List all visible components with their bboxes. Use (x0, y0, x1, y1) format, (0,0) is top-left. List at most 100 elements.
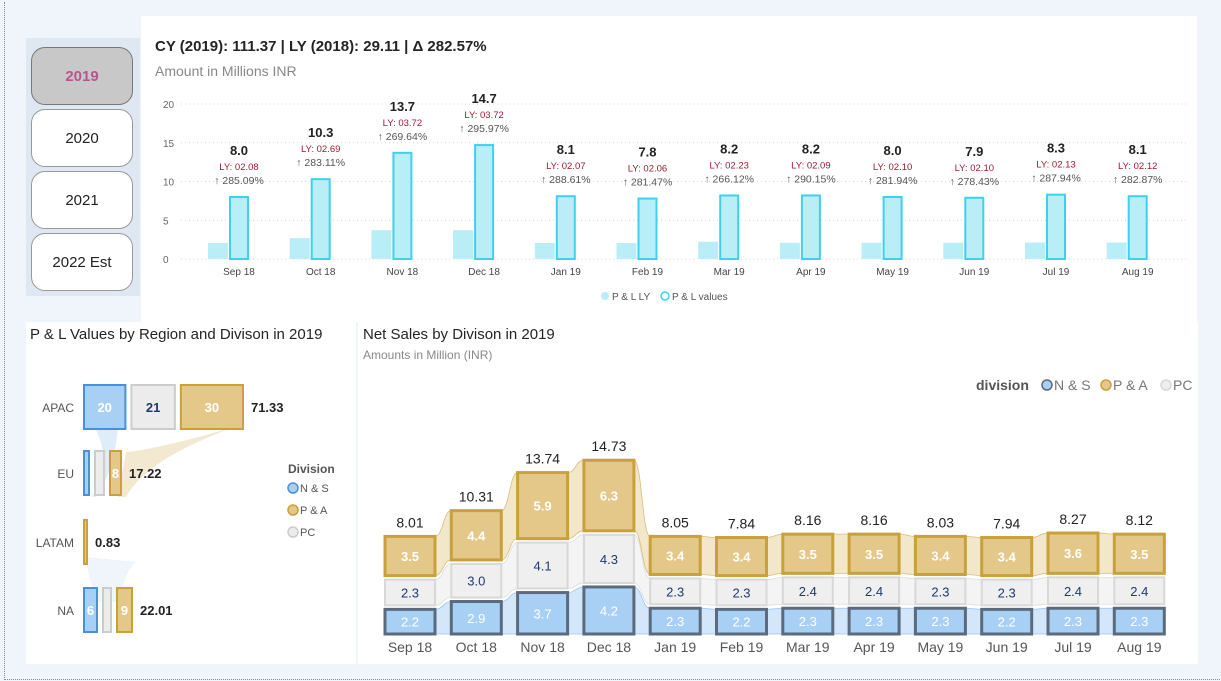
ribbon-pa (1097, 532, 1115, 574)
region-total-label: 0.83 (95, 535, 120, 550)
value-label: 14.7 (471, 91, 496, 106)
block-value-label: 8 (112, 466, 119, 481)
region-total-label: 71.33 (251, 400, 284, 415)
block-value-label: 21 (146, 400, 160, 415)
change-label: ↑ 278.43% (949, 176, 999, 188)
ribbon-ns (567, 586, 585, 635)
year-button-2020[interactable]: 2020 (31, 109, 133, 167)
pa-value-label: 3.4 (666, 548, 685, 563)
ns-value-label: 2.3 (1130, 614, 1148, 629)
ns-value-label: 2.3 (931, 614, 949, 629)
pc-block (102, 587, 112, 633)
year-button-2021[interactable]: 2021 (31, 171, 133, 229)
ns-value-label: 2.2 (732, 615, 750, 630)
legend-cy-marker (660, 291, 670, 301)
total-label: 14.73 (591, 438, 626, 454)
ly-bar (371, 230, 392, 259)
cy-bar (637, 197, 658, 261)
ly-bar (779, 242, 800, 259)
region-label: APAC (42, 401, 74, 415)
legend-ly-label: P & L LY (612, 292, 651, 303)
ns-value-label: 2.3 (799, 614, 817, 629)
ns-value-label: 2.9 (467, 611, 485, 626)
value-label: 13.7 (390, 99, 415, 114)
pa-block (83, 519, 88, 565)
ribbon-pa (766, 533, 784, 577)
ribbon-pc (567, 534, 585, 589)
legend-label: PC (1173, 377, 1192, 393)
change-label: ↑ 283.11% (296, 157, 345, 169)
value-label: 8.0 (884, 143, 902, 158)
pa-value-label: 3.5 (1130, 547, 1148, 562)
ribbon-pa (832, 533, 850, 574)
pa-value-label: 3.4 (931, 548, 950, 563)
region-label: EU (57, 467, 74, 481)
ribbon-pc (766, 576, 784, 606)
ly-bar (208, 242, 228, 259)
x-tick-label: Apr 19 (853, 639, 894, 655)
ly-label: LY: 02.12 (1118, 161, 1157, 172)
net-sales-chart: Net Sales by Divison in 2019 Amounts in … (358, 322, 1198, 664)
ribbon-ns (898, 607, 916, 635)
value-label: 8.2 (802, 141, 820, 156)
ly-label: LY: 02.10 (955, 163, 994, 174)
pa-value-label: 3.5 (401, 549, 419, 564)
legend-label: N & S (300, 483, 329, 495)
net-sales-svg: 2.2 2.3 3.5 8.01 Sep 18 2.9 3.0 4.4 10.31 Oct 18 3… (383, 377, 1192, 655)
cy-bar (555, 195, 576, 261)
y-tick-label: 0 (163, 255, 169, 266)
year-button-2022-est[interactable]: 2022 Est (31, 233, 133, 291)
ribbon-ns (1031, 607, 1049, 635)
ribbon-pc (832, 576, 850, 605)
legend-title: division (976, 377, 1029, 393)
pc-value-label: 2.4 (1064, 584, 1082, 599)
value-label: 8.2 (720, 141, 738, 156)
x-tick-label: Jan 19 (654, 639, 696, 655)
cy-bar (392, 151, 413, 260)
pc-value-label: 2.3 (998, 585, 1016, 600)
x-tick-label: Jan 19 (551, 267, 581, 278)
ns-value-label: 3.7 (534, 606, 552, 621)
ly-bar (698, 241, 719, 259)
pc-value-label: 4.3 (600, 552, 618, 567)
pa-value-label: 3.6 (1064, 546, 1082, 561)
year-button-2019[interactable]: 2019 (31, 47, 133, 105)
pc-value-label: 2.4 (799, 584, 817, 599)
x-tick-label: Mar 19 (714, 267, 746, 278)
x-tick-label: Sep 18 (388, 639, 433, 655)
cy-bar (800, 194, 821, 260)
ns-block (83, 450, 90, 496)
ribbon-pa (898, 533, 916, 575)
legend-label: P & A (1113, 377, 1148, 393)
ribbon-ns (434, 601, 452, 635)
change-label: ↑ 287.94% (1031, 173, 1081, 185)
ribbon-pa (965, 535, 983, 577)
y-tick-label: 10 (163, 178, 175, 189)
region-division-chart: P & L Values by Region and Divison in 20… (26, 322, 356, 664)
change-label: ↑ 288.61% (541, 174, 591, 186)
x-tick-label: May 19 (917, 639, 963, 655)
year-slicer: 2019 2020 2021 2022 Est (26, 38, 140, 296)
value-label: 8.1 (557, 142, 575, 157)
region-total-label: 22.01 (140, 603, 173, 618)
total-label: 8.03 (927, 514, 954, 530)
total-label: 10.31 (459, 489, 494, 505)
cy-bar (882, 196, 903, 260)
pa-value-label: 6.3 (600, 489, 618, 504)
division-legend-title: Division (288, 462, 335, 476)
cy-bar (719, 194, 740, 260)
x-tick-label: Oct 18 (306, 267, 336, 278)
legend-label: N & S (1054, 377, 1091, 393)
ns-value-label: 2.3 (666, 614, 684, 629)
legend-marker (287, 504, 299, 516)
ly-bar (616, 243, 637, 259)
ly-bar (453, 230, 474, 259)
pc-value-label: 2.3 (732, 585, 750, 600)
change-label: ↑ 269.64% (378, 131, 428, 143)
x-tick-label: Dec 18 (587, 639, 632, 655)
total-label: 8.27 (1059, 511, 1086, 527)
x-tick-label: Jun 19 (959, 267, 989, 278)
ly-label: LY: 02.08 (219, 162, 258, 173)
legend-marker (1041, 379, 1053, 391)
ribbon-pa (567, 459, 585, 540)
